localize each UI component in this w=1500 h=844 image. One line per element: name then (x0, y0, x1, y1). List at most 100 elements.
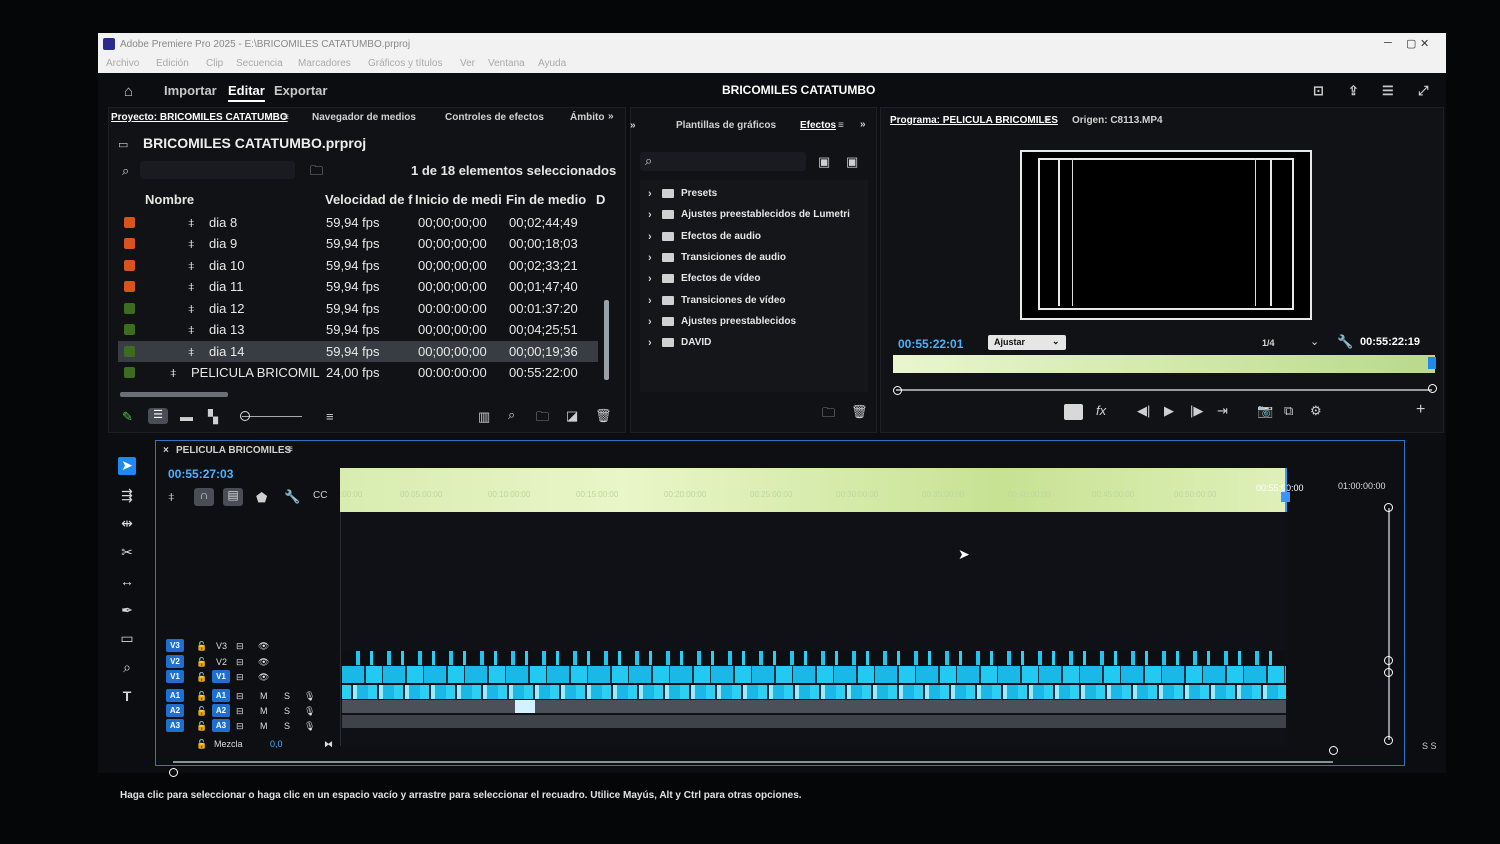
timeline-horizontal-scrollbar[interactable] (173, 761, 1333, 763)
v-scroll-handle-bottom[interactable] (1384, 736, 1393, 745)
menu-ventana[interactable]: Ventana (488, 58, 525, 69)
sequence-tab[interactable]: PELICULA BRICOMILES (176, 445, 291, 456)
col-fps[interactable]: Velocidad de f (325, 192, 412, 207)
nav-import[interactable]: Importar (164, 83, 217, 98)
label-color-swatch[interactable] (124, 260, 135, 271)
tab-project[interactable]: Proyecto: BRICOMILES CATATUMBO (111, 112, 288, 123)
tab-effect-controls[interactable]: Controles de efectos (445, 112, 544, 123)
wrench-icon[interactable]: 🔧 (284, 489, 300, 505)
menu-marcadores[interactable]: Marcadores (298, 58, 351, 69)
table-row[interactable]: ⧧ dia 10 59,94 fps 00;00;00;00 00;02;33;21 (118, 255, 598, 276)
eye-icon[interactable]: 👁 (258, 641, 269, 652)
tab-source[interactable]: Origen: C8113.MP4 (1072, 115, 1163, 126)
new-bin-icon[interactable]: 🗀 (822, 404, 835, 426)
table-row[interactable]: ⧧ dia 13 59,94 fps 00;00;00;00 00;04;25;51 (118, 319, 598, 340)
pencil-icon[interactable]: ✎ (122, 409, 133, 425)
chevron-right-icon[interactable]: › (648, 337, 652, 349)
menu-secuencia[interactable]: Secuencia (236, 58, 283, 69)
quick-export-icon[interactable]: ⊡ (1313, 83, 1324, 99)
mute-button[interactable]: M (260, 721, 268, 731)
program-video-frame[interactable] (1020, 150, 1312, 320)
ripple-edit-tool-icon[interactable]: ⇹ (118, 515, 136, 533)
home-icon[interactable]: ⌂ (124, 83, 133, 100)
table-row[interactable]: ⧧ dia 8 59,94 fps 00;00;00;00 00;02;44;49 (118, 212, 598, 233)
chevron-right-icon[interactable]: › (648, 316, 652, 328)
microphone-icon[interactable]: 🎙 (304, 706, 315, 717)
sync-lock-icon[interactable]: ⊟ (236, 657, 244, 668)
trash-icon[interactable]: 🗑 (595, 408, 612, 424)
add-button-icon[interactable]: + (1416, 401, 1425, 419)
project-vertical-scrollbar[interactable] (604, 300, 609, 380)
step-forward-icon[interactable]: |▶︎ (1190, 403, 1203, 419)
eye-icon[interactable]: 👁 (258, 657, 269, 668)
chevron-right-icon[interactable]: › (648, 231, 652, 243)
v-scroll-handle-mid[interactable] (1384, 656, 1393, 665)
menu-ver[interactable]: Ver (460, 58, 475, 69)
step-back-icon[interactable]: ◀︎| (1137, 403, 1150, 419)
timeline-timecode[interactable]: 00:55:27:03 (168, 467, 233, 481)
new-custom-bin-icon[interactable]: ▣ (818, 154, 830, 170)
go-to-end-icon[interactable]: ⧓ (324, 739, 333, 750)
chevron-down-icon[interactable]: ⌄ (1310, 335, 1319, 348)
timeline-ruler[interactable]: :00:00 00:05:00:00 00:10:00:00 00:15:00:… (340, 468, 1304, 512)
project-search-input[interactable] (140, 161, 295, 179)
mix-volume[interactable]: 0,0 (270, 739, 283, 749)
tab-effects[interactable]: Efectos (800, 120, 836, 131)
chevron-right-icon[interactable]: › (648, 209, 652, 221)
v-scroll-handle-top[interactable] (1384, 503, 1393, 512)
new-preset-bin-icon[interactable]: ▣ (846, 154, 858, 170)
source-patch-a3[interactable]: A3 (166, 719, 184, 732)
tab-media-browser[interactable]: Navegador de medios (312, 112, 416, 123)
mute-button[interactable]: M (260, 691, 268, 701)
label-color-swatch[interactable] (124, 217, 135, 228)
sync-lock-icon[interactable]: ⊟ (236, 641, 244, 652)
menu-graficos[interactable]: Gráficos y títulos (368, 58, 442, 69)
zoom-slider-handle[interactable] (240, 411, 250, 421)
settings-icon[interactable]: ⚙ (1310, 403, 1322, 419)
clips-v1[interactable] (342, 666, 1286, 683)
more-tabs-icon[interactable]: » (608, 111, 614, 122)
table-row[interactable]: ⧧ dia 9 59,94 fps 00;00;00;00 00;00;18;03 (118, 233, 598, 254)
track-target-a3[interactable]: A3 (212, 719, 230, 732)
program-timecode[interactable]: 00:55:22:01 (898, 337, 963, 351)
track-target-a2[interactable]: A2 (212, 704, 230, 717)
sync-lock-icon[interactable]: ⊟ (236, 721, 244, 732)
label-color-swatch[interactable] (124, 238, 135, 249)
automate-sequence-icon[interactable]: ▥ (478, 409, 490, 425)
tab-scope[interactable]: Ámbito (570, 112, 604, 123)
clip-a2-audio[interactable] (515, 700, 535, 713)
source-patch-v3[interactable]: V3 (166, 639, 184, 652)
label-color-swatch[interactable] (124, 324, 135, 335)
microphone-icon[interactable]: 🎙 (304, 691, 315, 702)
camera-icon[interactable]: 📷 (1257, 403, 1273, 419)
label-color-swatch[interactable] (124, 281, 135, 292)
go-to-out-icon[interactable]: ⇥ (1217, 403, 1228, 419)
h-scroll-handle-right[interactable] (1329, 746, 1338, 755)
nav-edit[interactable]: Editar (228, 83, 265, 102)
razor-tool-icon[interactable]: ✂ (118, 544, 136, 562)
source-patch-a2[interactable]: A2 (166, 704, 184, 717)
type-tool-icon[interactable]: T (118, 688, 136, 706)
sequence-menu-icon[interactable]: ≡ (287, 444, 293, 455)
table-row[interactable]: ⧧ dia 12 59,94 fps 00:00:00:00 00:01:37:20 (118, 298, 598, 319)
menu-ayuda[interactable]: Ayuda (538, 58, 566, 69)
new-bin-icon[interactable]: 🗀 (310, 162, 323, 184)
menu-archivo[interactable]: Archivo (106, 58, 139, 69)
rectangle-tool-icon[interactable]: ▭ (118, 630, 136, 648)
close-button[interactable]: ✕ (1420, 37, 1429, 50)
col-start[interactable]: Inicio de medi (415, 192, 502, 207)
menu-edicion[interactable]: Edición (156, 58, 189, 69)
add-marker-button[interactable] (1064, 404, 1083, 420)
more-tabs-icon[interactable]: » (860, 119, 866, 130)
slip-tool-icon[interactable]: ↔ (118, 573, 136, 591)
selection-tool-icon[interactable]: ➤ (118, 457, 136, 475)
effects-menu-icon[interactable]: ≡ (838, 120, 844, 131)
workspace-menu-icon[interactable]: ☰ (1382, 83, 1394, 99)
table-row-selected[interactable]: ⧧ dia 14 59,94 fps 00;00;00;00 00;00;19;36 (118, 341, 598, 362)
label-color-swatch[interactable] (124, 346, 135, 357)
snap-button[interactable]: ∩ (194, 488, 214, 506)
chevron-right-icon[interactable]: › (648, 273, 652, 285)
share-icon[interactable]: ⇪ (1348, 83, 1359, 99)
lock-icon[interactable]: 🔓 (196, 706, 207, 717)
source-patch-a1[interactable]: A1 (166, 689, 184, 702)
